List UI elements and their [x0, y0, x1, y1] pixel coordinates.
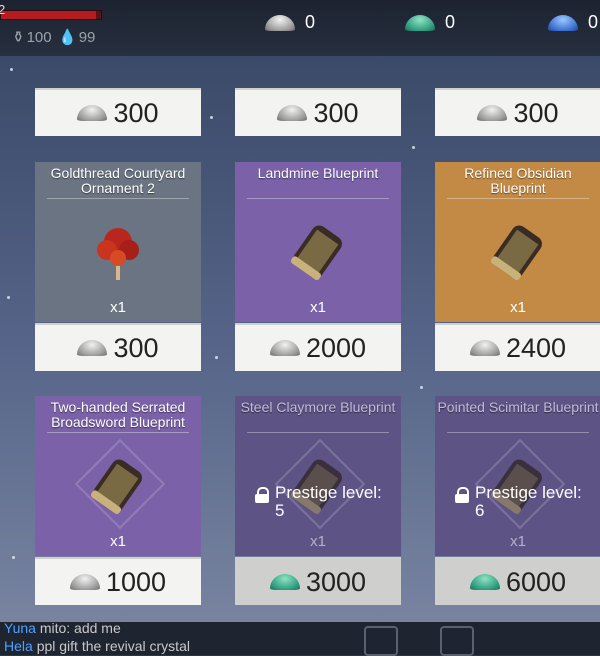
green-count: 0	[445, 12, 456, 32]
health-bar	[0, 10, 102, 20]
divider	[47, 198, 189, 199]
silver-ore-icon	[77, 340, 108, 356]
resource-green[interactable]: 0	[405, 12, 455, 33]
shop-item-pointed-scimitar-blueprint[interactable]: Pointed Scimitar Blueprint Prestige leve…	[435, 396, 600, 556]
blueprint-scroll-icon	[90, 459, 142, 515]
silver-ore-icon	[269, 340, 300, 356]
blueprint-scroll-icon	[490, 225, 542, 281]
green-crystal-icon	[469, 574, 500, 590]
item-quantity: x1	[310, 533, 326, 550]
silver-ore-icon	[277, 105, 308, 121]
price-button-steel-claymore[interactable]: 3000	[235, 557, 401, 605]
health-bar-fill	[1, 11, 96, 19]
divider	[447, 432, 589, 433]
stat-2-value: 99	[78, 28, 96, 46]
silver-ore-icon	[477, 105, 508, 121]
divider	[47, 432, 189, 433]
silver-ore-icon	[265, 14, 295, 31]
prestige-lock: Prestige level: 6	[455, 484, 582, 520]
resource-blue[interactable]: 0	[548, 12, 598, 33]
top-hud: 2 ⚱ 100 💧 99 0 0 0	[0, 0, 600, 56]
price-button-landmine-blueprint[interactable]: 2000	[235, 323, 401, 371]
silver-ore-icon	[69, 574, 100, 590]
chat-text: mito: add me	[39, 620, 121, 636]
lock-text: Prestige level:	[475, 483, 582, 502]
chat-sender[interactable]: Yuna	[4, 620, 36, 636]
flask-icon: ⚱	[12, 29, 25, 46]
price-button-goldthread-ornament[interactable]: 300	[35, 323, 201, 371]
price-button-top-1[interactable]: 300	[35, 88, 201, 136]
prestige-lock: Prestige level: 5	[255, 484, 382, 520]
lock-level: 5	[275, 501, 285, 520]
chat-panel[interactable]: Yuna mito: add me Hela ppl gift the revi…	[0, 620, 600, 656]
blueprint-scroll-icon	[290, 225, 342, 281]
item-quantity: x1	[110, 299, 126, 316]
price-value: 3000	[305, 566, 367, 597]
item-quantity: x1	[310, 299, 326, 316]
stat-1: ⚱ 100	[12, 28, 52, 47]
price-button-refined-obsidian-blueprint[interactable]: 2400	[435, 323, 600, 371]
green-crystal-icon	[269, 574, 300, 590]
divider	[247, 432, 389, 433]
drop-icon: 💧	[58, 29, 77, 46]
shop-item-goldthread-ornament[interactable]: Goldthread Courtyard Ornament 2 x1	[35, 162, 201, 322]
price-value: 2400	[505, 332, 567, 363]
price-value: 300	[113, 97, 159, 128]
mail-icon[interactable]	[364, 626, 398, 656]
blue-crystal-icon	[548, 14, 578, 31]
price-button-top-3[interactable]: 300	[435, 88, 600, 136]
shop-item-two-handed-broadsword-blueprint[interactable]: Two-handed Serrated Broadsword Blueprint…	[35, 396, 201, 556]
lock-icon	[455, 487, 469, 503]
price-value: 300	[313, 97, 359, 128]
stat-2: 💧 99	[58, 28, 96, 47]
item-quantity: x1	[110, 533, 126, 550]
stat-1-value: 100	[26, 28, 52, 46]
chat-message: Yuna mito: add me	[4, 620, 121, 636]
lock-icon	[255, 487, 269, 503]
divider	[447, 198, 589, 199]
price-value: 1000	[105, 566, 167, 597]
chat-message: Hela ppl gift the revival crystal	[4, 638, 190, 654]
item-title: Goldthread Courtyard Ornament 2	[50, 165, 186, 196]
shop-item-landmine-blueprint[interactable]: Landmine Blueprint x1	[235, 162, 401, 322]
silver-ore-icon	[469, 340, 500, 356]
item-title: Landmine Blueprint	[257, 165, 379, 181]
green-crystal-icon	[405, 14, 435, 31]
player-level: 2	[0, 2, 6, 17]
price-button-pointed-scimitar[interactable]: 6000	[435, 557, 600, 605]
item-title: Steel Claymore Blueprint	[240, 399, 396, 415]
chat-text: ppl gift the revival crystal	[36, 638, 190, 654]
red-tree-icon	[97, 228, 139, 280]
shop-item-steel-claymore-blueprint[interactable]: Steel Claymore Blueprint Prestige level:…	[235, 396, 401, 556]
divider	[247, 198, 389, 199]
lock-level: 6	[475, 501, 485, 520]
price-value: 2000	[305, 332, 367, 363]
price-value: 300	[113, 332, 159, 363]
price-button-two-handed-broadsword[interactable]: 1000	[35, 557, 201, 605]
resource-silver[interactable]: 0	[265, 12, 315, 33]
blue-count: 0	[588, 12, 599, 32]
silver-count: 0	[305, 12, 316, 32]
silver-ore-icon	[77, 105, 108, 121]
price-button-top-2[interactable]: 300	[235, 88, 401, 136]
price-value: 6000	[505, 566, 567, 597]
lock-text: Prestige level:	[275, 483, 382, 502]
item-title: Refined Obsidian Blueprint	[464, 165, 572, 196]
price-value: 300	[513, 97, 559, 128]
chat-sender[interactable]: Hela	[4, 638, 33, 654]
item-title: Pointed Scimitar Blueprint	[437, 399, 599, 415]
item-quantity: x1	[510, 533, 526, 550]
crossed-swords-icon[interactable]	[440, 626, 474, 656]
shop-item-refined-obsidian-blueprint[interactable]: Refined Obsidian Blueprint x1	[435, 162, 600, 322]
item-quantity: x1	[510, 299, 526, 316]
item-title: Two-handed Serrated Broadsword Blueprint	[50, 399, 186, 430]
